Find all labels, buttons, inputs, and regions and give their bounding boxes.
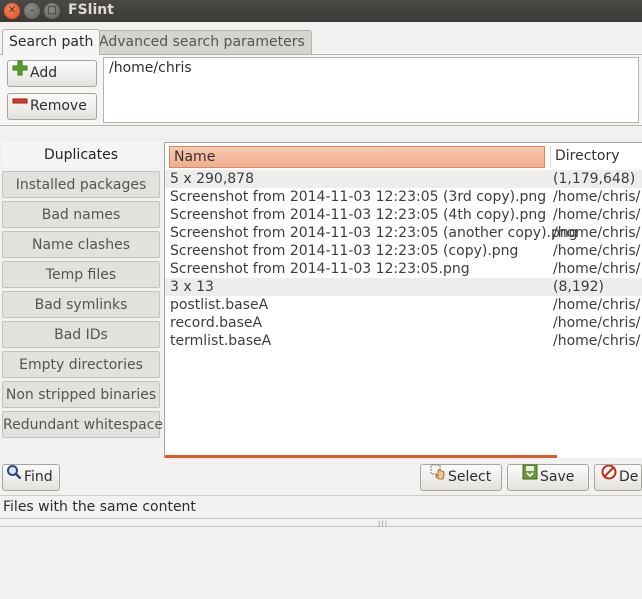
row-directory: /home/chris/	[553, 207, 641, 223]
sidebar-item-temp-files[interactable]: Temp files	[2, 261, 160, 288]
row-directory: /home/chris/	[553, 225, 641, 241]
title-bar: ✕ – □ FSlint	[0, 0, 642, 22]
hand-pointer-icon	[430, 464, 446, 488]
results-table[interactable]: Name Directory 5 x 290,878 (1,179,648) S…	[164, 142, 642, 458]
sidebar-item-bad-ids[interactable]: Bad IDs	[2, 321, 160, 348]
window-close-button[interactable]: ✕	[4, 3, 20, 19]
row-directory: /home/chris/	[553, 333, 641, 349]
status-bar: Files with the same content	[0, 495, 642, 517]
row-directory: /home/chris/	[553, 261, 641, 277]
row-directory: (8,192)	[553, 279, 605, 295]
sidebar-item-non-stripped-binaries[interactable]: Non stripped binaries	[2, 381, 160, 408]
add-button[interactable]: Add	[7, 60, 97, 87]
search-path-item[interactable]: /home/chris	[104, 58, 638, 78]
sidebar-item-redundant-whitespace[interactable]: Redundant whitespace	[2, 411, 163, 438]
save-icon	[522, 464, 538, 488]
table-row[interactable]: postlist.baseA /home/chris/	[165, 296, 642, 314]
row-name: Screenshot from 2014-11-03 12:23:05 (3rd…	[170, 189, 547, 205]
save-button[interactable]: Save	[507, 464, 589, 491]
row-directory: /home/chris/	[553, 297, 641, 313]
find-button[interactable]: Find	[2, 464, 60, 491]
row-name: Screenshot from 2014-11-03 12:23:05 (ano…	[170, 225, 578, 241]
remove-button[interactable]: Remove	[7, 93, 97, 120]
row-name: Screenshot from 2014-11-03 12:23:05.png	[170, 261, 470, 277]
row-directory: /home/chris/	[553, 189, 641, 205]
save-button-label: Save	[540, 469, 575, 485]
row-name: postlist.baseA	[170, 297, 269, 313]
output-pane	[0, 526, 642, 599]
table-row[interactable]: Screenshot from 2014-11-03 12:23:05.png …	[165, 260, 642, 278]
sidebar-item-name-clashes[interactable]: Name clashes	[2, 231, 160, 258]
plus-icon	[12, 60, 28, 84]
sidebar-item-bad-names[interactable]: Bad names	[2, 201, 160, 228]
select-button-label: Select	[448, 469, 492, 485]
window-title: FSlint	[68, 2, 114, 18]
row-name: record.baseA	[170, 315, 263, 331]
sidebar-item-empty-directories[interactable]: Empty directories	[2, 351, 160, 378]
search-icon	[6, 464, 22, 488]
row-name: 3 x 13	[170, 279, 214, 295]
pane-splitter[interactable]: |||	[0, 518, 642, 528]
select-button[interactable]: Select	[420, 464, 502, 491]
column-header-name[interactable]: Name	[169, 146, 545, 168]
row-name: Screenshot from 2014-11-03 12:23:05 (4th…	[170, 207, 547, 223]
delete-button-label: De	[619, 469, 639, 485]
search-path-list[interactable]: /home/chris	[103, 57, 639, 123]
minus-icon	[12, 93, 28, 117]
tab-search-path[interactable]: Search path	[2, 29, 101, 55]
sidebar-item-bad-symlinks[interactable]: Bad symlinks	[2, 291, 160, 318]
window-minimize-button[interactable]: –	[24, 3, 40, 19]
delete-button[interactable]: De	[594, 464, 642, 491]
row-name: Screenshot from 2014-11-03 12:23:05 (cop…	[170, 243, 519, 259]
window-maximize-button[interactable]: □	[44, 3, 60, 19]
remove-button-label: Remove	[30, 98, 87, 114]
group-row[interactable]: 5 x 290,878 (1,179,648)	[165, 170, 642, 188]
row-name: 5 x 290,878	[170, 171, 254, 187]
row-directory: (1,179,648)	[553, 171, 636, 187]
sidebar-item-duplicates[interactable]: Duplicates	[2, 141, 160, 168]
no-entry-icon	[601, 465, 617, 488]
status-text: Files with the same content	[3, 499, 196, 515]
column-header-directory[interactable]: Directory	[550, 146, 642, 168]
table-row[interactable]: termlist.baseA /home/chris/	[165, 332, 642, 350]
sidebar-item-installed-packages[interactable]: Installed packages	[2, 171, 160, 198]
table-row[interactable]: Screenshot from 2014-11-03 12:23:05 (3rd…	[165, 188, 642, 206]
table-row[interactable]: Screenshot from 2014-11-03 12:23:05 (4th…	[165, 206, 642, 224]
horizontal-scroll-indicator[interactable]	[165, 455, 557, 458]
row-name: termlist.baseA	[170, 333, 272, 349]
row-directory: /home/chris/	[553, 315, 641, 331]
table-row[interactable]: Screenshot from 2014-11-03 12:23:05 (ano…	[165, 224, 642, 242]
row-directory: /home/chris/	[553, 243, 641, 259]
group-row[interactable]: 3 x 13 (8,192)	[165, 278, 642, 296]
tab-advanced-search-parameters[interactable]: Advanced search parameters	[92, 30, 312, 54]
find-button-label: Find	[24, 469, 53, 485]
add-button-label: Add	[30, 65, 58, 81]
table-row[interactable]: Screenshot from 2014-11-03 12:23:05 (cop…	[165, 242, 642, 260]
table-row[interactable]: record.baseA /home/chris/	[165, 314, 642, 332]
